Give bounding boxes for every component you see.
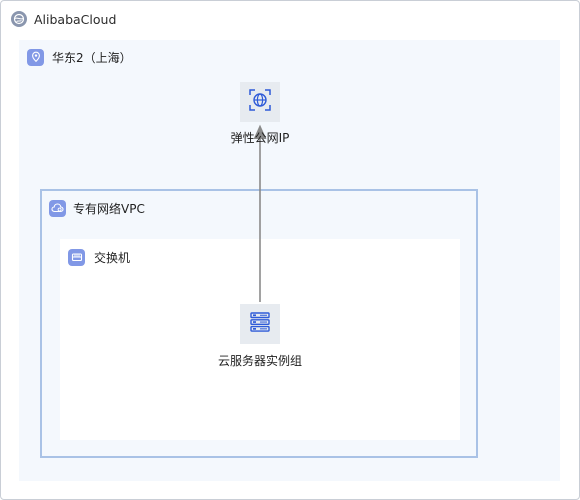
vswitch-label: 交换机 — [94, 250, 131, 265]
location-pin-icon — [27, 48, 44, 66]
globe-icon — [248, 88, 272, 116]
cloud-header: AlibabaCloud — [11, 10, 116, 28]
vpc-header: 专有网络VPC — [49, 199, 145, 217]
switch-icon — [68, 248, 85, 266]
ecs-group-node[interactable] — [240, 304, 280, 344]
eip-node[interactable] — [240, 82, 280, 122]
ecs-group-label: 云服务器实例组 — [217, 354, 303, 368]
server-group-icon — [249, 311, 271, 337]
vpc-cloud-icon — [49, 199, 66, 217]
region-header: 华东2（上海） — [27, 48, 132, 66]
vpc-label: 专有网络VPC — [73, 201, 145, 216]
eip-label: 弹性公网IP — [230, 131, 290, 145]
alibaba-cloud-icon — [11, 11, 27, 27]
vswitch-header: 交换机 — [68, 248, 130, 266]
region-label: 华东2（上海） — [52, 50, 132, 65]
cloud-label: AlibabaCloud — [34, 11, 117, 27]
